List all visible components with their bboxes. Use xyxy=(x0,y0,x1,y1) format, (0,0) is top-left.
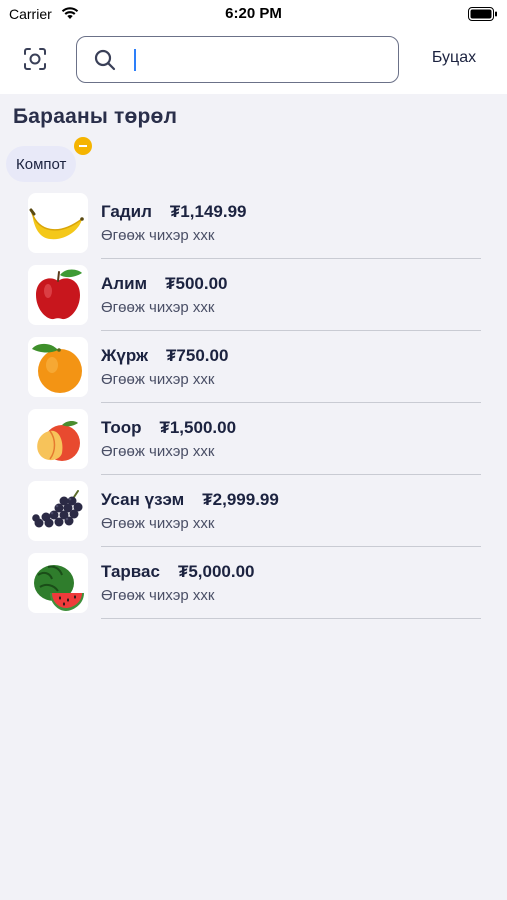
scan-button[interactable] xyxy=(14,41,56,81)
list-item[interactable]: Жүрж ₮750.00 Өгөөж чихэр ххк xyxy=(0,330,507,403)
product-description: Өгөөж чихэр ххк xyxy=(101,299,215,316)
search-box[interactable] xyxy=(76,36,399,83)
product-price: ₮2,999.99 xyxy=(202,490,279,509)
clock: 6:20 PM xyxy=(225,5,282,22)
scan-icon xyxy=(23,47,47,76)
peach-icon xyxy=(28,409,88,469)
product-title: Алим ₮500.00 xyxy=(101,274,228,294)
watermelon-icon xyxy=(28,553,88,613)
apple-icon xyxy=(28,265,88,325)
product-description: Өгөөж чихэр ххк xyxy=(101,443,215,460)
list-item[interactable]: Усан үзэм ₮2,999.99 Өгөөж чихэр ххк xyxy=(0,474,507,547)
search-header: Буцах xyxy=(0,28,507,94)
product-description: Өгөөж чихэр ххк xyxy=(101,227,215,244)
product-description: Өгөөж чихэр ххк xyxy=(101,587,215,604)
product-price: ₮1,500.00 xyxy=(159,418,237,437)
text-cursor xyxy=(134,49,136,71)
minus-icon xyxy=(79,145,87,147)
product-name: Гадил xyxy=(101,202,152,221)
orange-icon xyxy=(28,337,88,397)
section-title: Барааны төрөл xyxy=(13,105,178,128)
product-description: Өгөөж чихэр ххк xyxy=(101,371,215,388)
list-item[interactable]: Тарвас ₮5,000.00 Өгөөж чихэр ххк xyxy=(0,546,507,619)
product-price: ₮1,149.99 xyxy=(169,202,247,221)
filter-chip[interactable]: Компот xyxy=(6,146,77,182)
banana-icon xyxy=(28,193,88,253)
cancel-button[interactable]: Буцах xyxy=(419,49,489,67)
search-icon xyxy=(93,48,117,77)
product-price: ₮500.00 xyxy=(165,274,228,293)
product-title: Тоор ₮1,500.00 xyxy=(101,418,236,438)
product-title: Гадил ₮1,149.99 xyxy=(101,202,246,222)
list-item[interactable]: Алим ₮500.00 Өгөөж чихэр ххк xyxy=(0,258,507,331)
list-item[interactable]: Тоор ₮1,500.00 Өгөөж чихэр ххк xyxy=(0,402,507,475)
product-title: Тарвас ₮5,000.00 xyxy=(101,562,255,582)
product-name: Алим xyxy=(101,274,148,293)
product-name: Тоор xyxy=(101,418,142,437)
product-price: ₮750.00 xyxy=(166,346,229,365)
battery-icon xyxy=(468,7,498,26)
status-bar: Carrier 6:20 PM xyxy=(0,0,507,28)
product-name: Тарвас xyxy=(101,562,160,581)
product-name: Усан үзэм xyxy=(101,490,185,509)
search-input[interactable] xyxy=(133,43,388,76)
product-name: Жүрж xyxy=(101,346,149,365)
product-title: Усан үзэм ₮2,999.99 xyxy=(101,490,279,510)
filter-chip-label: Компот xyxy=(16,155,67,173)
product-price: ₮5,000.00 xyxy=(177,562,255,581)
product-description: Өгөөж чихэр ххк xyxy=(101,515,215,532)
chip-remove-button[interactable] xyxy=(74,137,92,155)
list-item[interactable]: Гадил ₮1,149.99 Өгөөж чихэр ххк xyxy=(0,186,507,259)
divider xyxy=(101,618,481,619)
product-title: Жүрж ₮750.00 xyxy=(101,346,228,366)
grapes-icon xyxy=(28,481,88,541)
